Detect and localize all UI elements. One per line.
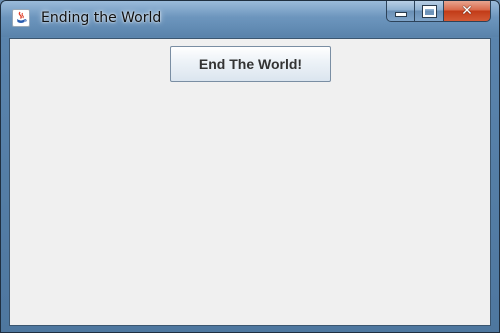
window-title: Ending the World [41,10,162,26]
maximize-icon [421,4,437,18]
minimize-button[interactable] [386,1,415,22]
close-button[interactable]: ✕ [444,1,491,22]
title-bar[interactable]: Ending the World ✕ [1,1,499,37]
app-window: Ending the World ✕ End The World! [0,0,500,333]
close-icon: ✕ [461,3,473,19]
java-cup-icon[interactable] [12,9,30,27]
end-the-world-button[interactable]: End The World! [170,46,331,82]
maximize-button[interactable] [415,1,444,22]
caption-buttons: ✕ [386,1,491,23]
content-panel: End The World! [9,38,491,326]
minimize-icon [394,11,407,17]
